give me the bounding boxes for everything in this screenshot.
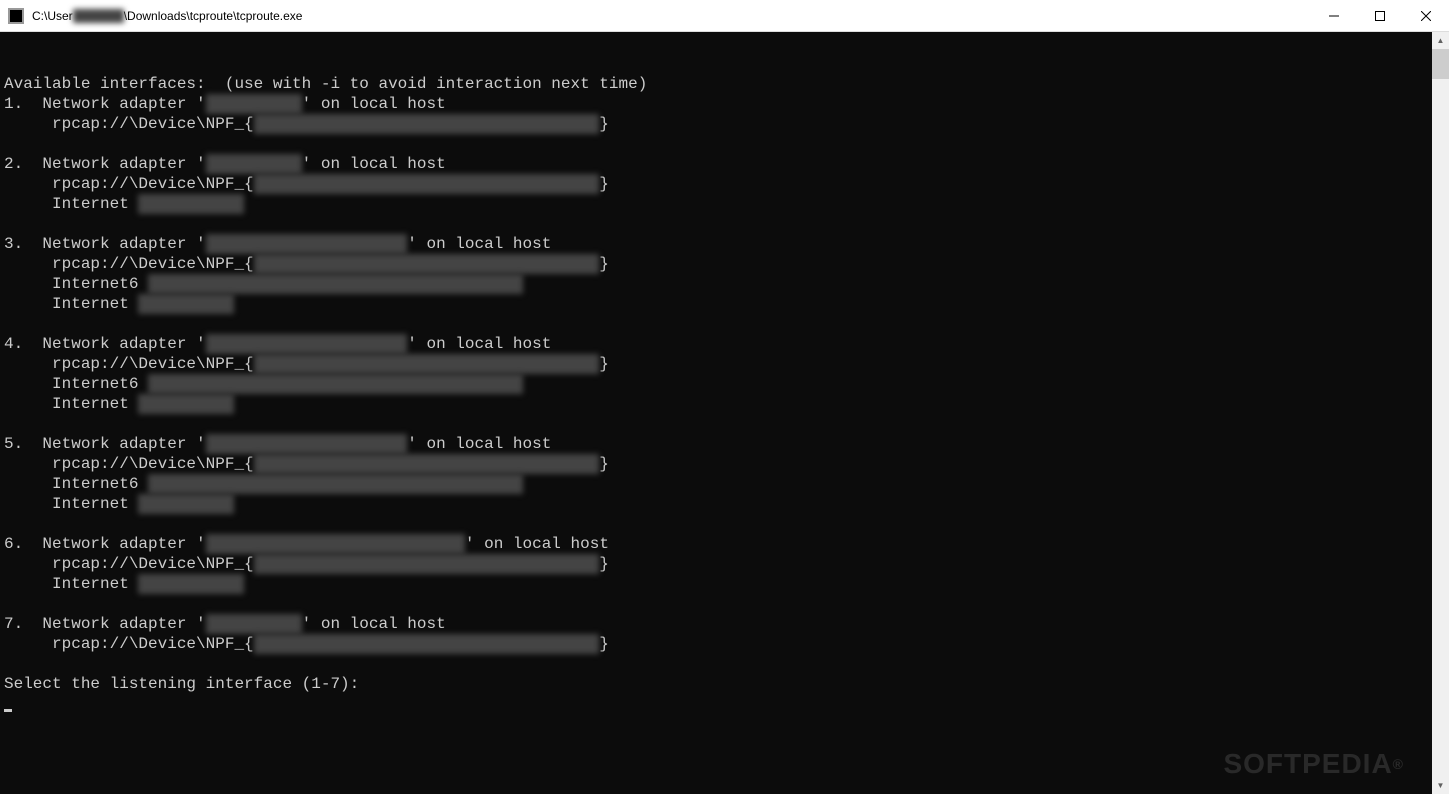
redacted-text: ████:████:████:████:████:████:████:████	[148, 374, 522, 394]
redacted-text: ████████-████-████-████-████████████	[254, 354, 600, 374]
redacted-text: ██████ ██ ██ █████ ████████	[206, 534, 465, 554]
console-line	[4, 594, 1428, 614]
console-line: 6. Network adapter '██████ ██ ██ █████ █…	[4, 534, 1428, 554]
redacted-text: ███.██.█.██	[138, 194, 244, 214]
console-line	[4, 414, 1428, 434]
redacted-text: █████████ ███████████	[206, 234, 408, 254]
console-line: Internet6 ████:████:████:████:████:████:…	[4, 474, 1428, 494]
scroll-up-button[interactable]: ▲	[1432, 32, 1449, 49]
redacted-text: ████:████:████:████:████:████:████:████	[148, 274, 522, 294]
console-line	[4, 314, 1428, 334]
redacted-text: ██████████	[206, 614, 302, 634]
redacted-text: █████████ ███████████	[206, 434, 408, 454]
close-icon	[1421, 11, 1431, 21]
redacted-text: ████████-████-████-████-████████████	[254, 454, 600, 474]
app-icon	[8, 8, 24, 24]
window-controls	[1311, 0, 1449, 31]
console-line	[4, 514, 1428, 534]
redacted-text: █████████ ███████████	[206, 334, 408, 354]
console-line: Internet6 ████:████:████:████:████:████:…	[4, 374, 1428, 394]
console-line: Internet ██.██.██.█	[4, 494, 1428, 514]
console-output[interactable]: Available interfaces: (use with -i to av…	[0, 32, 1432, 794]
vertical-scrollbar[interactable]: ▲ ▼	[1432, 32, 1449, 794]
console-input-line[interactable]	[4, 694, 1428, 714]
console-line: rpcap://\Device\NPF_{████████-████-████-…	[4, 354, 1428, 374]
console-line: rpcap://\Device\NPF_{████████-████-████-…	[4, 254, 1428, 274]
console-line: 1. Network adapter '██████████' on local…	[4, 94, 1428, 114]
console-line: rpcap://\Device\NPF_{████████-████-████-…	[4, 634, 1428, 654]
console-line: rpcap://\Device\NPF_{████████-████-████-…	[4, 114, 1428, 134]
console-line: Available interfaces: (use with -i to av…	[4, 74, 1428, 94]
console-line: 3. Network adapter '█████████ ██████████…	[4, 234, 1428, 254]
maximize-icon	[1375, 11, 1385, 21]
redacted-text: ██████████	[206, 94, 302, 114]
console-line: 2. Network adapter '██████████' on local…	[4, 154, 1428, 174]
console-line: Internet ███.██.█.██	[4, 574, 1428, 594]
console-line: 7. Network adapter '██████████' on local…	[4, 614, 1428, 634]
console-line: rpcap://\Device\NPF_{████████-████-████-…	[4, 174, 1428, 194]
window-title: C:\User██████\Downloads\tcproute\tcprout…	[32, 9, 1311, 23]
minimize-icon	[1329, 11, 1339, 21]
titlebar[interactable]: C:\User██████\Downloads\tcproute\tcprout…	[0, 0, 1449, 32]
console-wrapper: Available interfaces: (use with -i to av…	[0, 32, 1449, 794]
console-line: Internet ███.██.█.██	[4, 194, 1428, 214]
console-line: Internet ██.██.██.█	[4, 294, 1428, 314]
console-line	[4, 134, 1428, 154]
close-button[interactable]	[1403, 0, 1449, 31]
redacted-text: ███.██.█.██	[138, 574, 244, 594]
redacted-text: ████████-████-████-████-████████████	[254, 634, 600, 654]
redacted-text: ██████	[73, 9, 124, 23]
redacted-text: ██.██.██.█	[138, 494, 234, 514]
scroll-down-button[interactable]: ▼	[1432, 777, 1449, 794]
console-line	[4, 654, 1428, 674]
redacted-text: ██████████	[206, 154, 302, 174]
console-line: 4. Network adapter '█████████ ██████████…	[4, 334, 1428, 354]
redacted-text: ████:████:████:████:████:████:████:████	[148, 474, 522, 494]
console-line: Internet6 ████:████:████:████:████:████:…	[4, 274, 1428, 294]
redacted-text: ██.██.██.█	[138, 394, 234, 414]
console-line: rpcap://\Device\NPF_{████████-████-████-…	[4, 554, 1428, 574]
redacted-text: ████████-████-████-████-████████████	[254, 114, 600, 134]
redacted-text: ████████-████-████-████-████████████	[254, 174, 600, 194]
console-line	[4, 214, 1428, 234]
redacted-text: ████████-████-████-████-████████████	[254, 554, 600, 574]
watermark: SOFTPEDIA®	[1223, 754, 1404, 774]
redacted-text: ████████-████-████-████-████████████	[254, 254, 600, 274]
cursor	[4, 709, 12, 712]
minimize-button[interactable]	[1311, 0, 1357, 31]
console-line: 5. Network adapter '█████████ ██████████…	[4, 434, 1428, 454]
redacted-text: ██.██.██.█	[138, 294, 234, 314]
maximize-button[interactable]	[1357, 0, 1403, 31]
scrollbar-thumb[interactable]	[1432, 49, 1449, 79]
console-line: rpcap://\Device\NPF_{████████-████-████-…	[4, 454, 1428, 474]
console-line: Select the listening interface (1-7):	[4, 674, 1428, 694]
console-line: Internet ██.██.██.█	[4, 394, 1428, 414]
